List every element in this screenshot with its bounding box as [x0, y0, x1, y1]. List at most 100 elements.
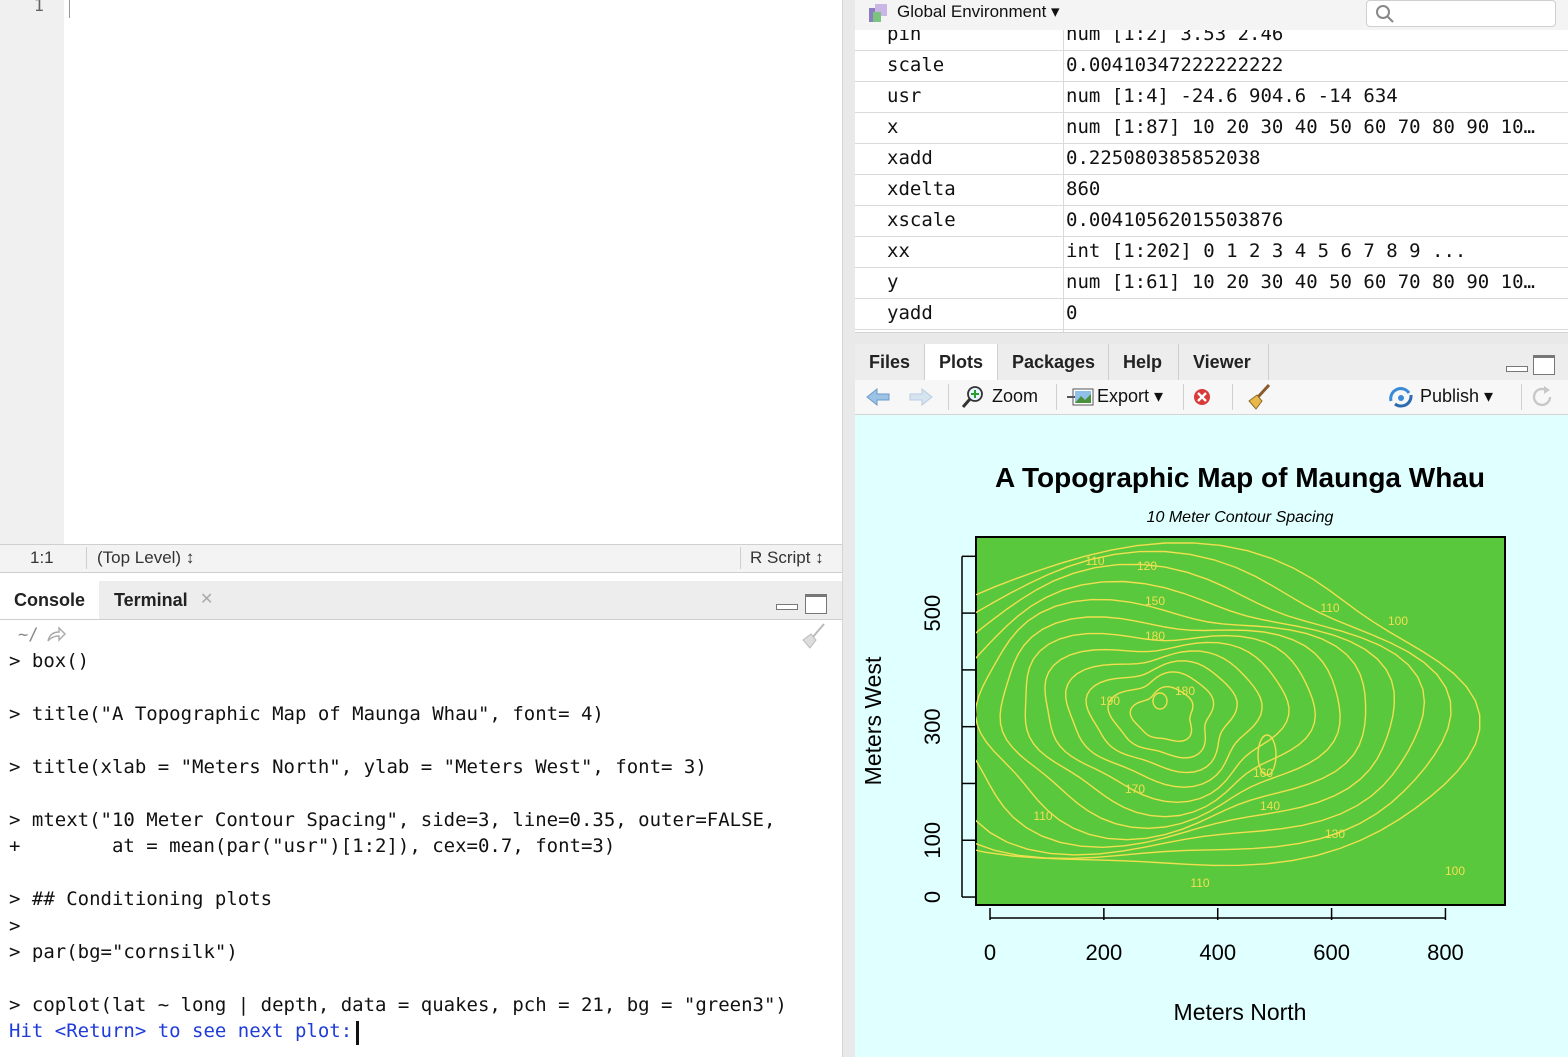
contour-label: 160: [1253, 766, 1273, 780]
line-number: 1: [33, 0, 44, 16]
console-line: > title("A Topographic Map of Maunga Wha…: [9, 703, 604, 725]
console-tabbar: Console Terminal ✕: [0, 581, 842, 620]
vertical-splitter[interactable]: [842, 0, 855, 1057]
x-tick-label: 0: [984, 940, 996, 965]
contour-chart: A Topographic Map of Maunga Whau 10 Mete…: [860, 462, 1506, 1025]
file-type-selector[interactable]: R Script ↕: [750, 548, 824, 568]
env-var-name: x: [887, 116, 899, 138]
chart-title: A Topographic Map of Maunga Whau: [995, 462, 1485, 493]
env-row[interactable]: xx int [1:202] 0 1 2 3 4 5 6 7 8 9 ...: [855, 236, 1568, 268]
env-row[interactable]: xadd 0.225080385852038: [855, 143, 1568, 175]
environment-selector[interactable]: Global Environment ▾: [897, 2, 1060, 22]
r-environment-icon: [869, 4, 887, 22]
tab-console[interactable]: Console: [0, 581, 100, 619]
plots-tabbar: Files Plots Packages Help Viewer: [855, 344, 1568, 381]
back-arrow-icon[interactable]: [865, 386, 891, 408]
x-tick-label: 400: [1199, 940, 1236, 965]
contour-label: 130: [1325, 827, 1345, 841]
remove-plot-icon[interactable]: [1191, 386, 1213, 408]
plots-toolbar: Zoom Export ▾ Publish ▾: [855, 380, 1568, 415]
scope-selector[interactable]: (Top Level) ↕: [97, 548, 194, 568]
contour-label: 150: [1145, 594, 1165, 608]
tab-viewer[interactable]: Viewer: [1179, 344, 1265, 380]
environment-search-input[interactable]: [1366, 0, 1556, 27]
refresh-icon[interactable]: [1530, 385, 1556, 409]
tab-files[interactable]: Files: [855, 344, 924, 380]
tab-terminal[interactable]: Terminal: [100, 581, 192, 619]
tab-packages[interactable]: Packages: [998, 344, 1109, 380]
contour-label: 140: [1260, 799, 1280, 813]
env-var-value: num [1:61] 10 20 30 40 50 60 70 80 90 10…: [1066, 271, 1535, 293]
env-var-value: 0.00410347222222222: [1066, 54, 1284, 76]
editor-gutter: 1: [0, 0, 64, 544]
env-var-name: xadd: [887, 147, 933, 169]
y-tick-label: 0: [920, 891, 945, 903]
contour-label: 120: [1137, 559, 1157, 573]
plot-frame: [975, 536, 1506, 906]
maximize-pane-icon[interactable]: [805, 594, 827, 614]
export-icon[interactable]: [1067, 385, 1095, 409]
y-axis-label: Meters West: [860, 656, 886, 785]
x-tick-label: 600: [1313, 940, 1350, 965]
console-prompt[interactable]: Hit <Return> to see next plot:: [9, 1020, 364, 1042]
plot-viewer: A Topographic Map of Maunga Whau 10 Mete…: [855, 415, 1568, 1057]
zoom-button[interactable]: Zoom: [992, 386, 1038, 407]
minimize-pane-icon[interactable]: [1506, 366, 1528, 372]
go-to-directory-icon[interactable]: [46, 626, 66, 644]
clear-all-plots-icon[interactable]: [1245, 383, 1273, 411]
zoom-icon[interactable]: [960, 384, 986, 410]
cursor-position: 1:1: [30, 548, 54, 567]
contour-label: 110: [1190, 876, 1209, 890]
env-row[interactable]: xdelta 860: [855, 174, 1568, 206]
tab-plots[interactable]: Plots: [925, 344, 998, 380]
env-var-name: y: [887, 271, 899, 293]
editor-status-bar: 1:1 (Top Level) ↕ R Script ↕: [0, 544, 842, 573]
x-axis-label: Meters North: [1174, 999, 1307, 1025]
minimize-pane-icon[interactable]: [776, 604, 798, 610]
environment-table: pin num [1:2] 3.53 2.46 scale 0.0041034722…: [855, 30, 1568, 332]
env-row[interactable]: y num [1:61] 10 20 30 40 50 60 70 80 90 1…: [855, 267, 1568, 299]
contour-label: 190: [1100, 694, 1120, 708]
env-row[interactable]: xscale 0.00410562015503876: [855, 205, 1568, 237]
contour-label: 180: [1175, 684, 1195, 698]
contour-label: 110: [1085, 554, 1104, 568]
env-var-value: 860: [1066, 178, 1101, 200]
console-line: > box(): [9, 650, 90, 672]
close-terminal-icon[interactable]: ✕: [200, 589, 213, 609]
export-menu-button[interactable]: Export ▾: [1097, 386, 1163, 407]
env-row[interactable]: yadd 0: [855, 298, 1568, 330]
env-var-value: 0.225080385852038: [1066, 147, 1261, 169]
y-axis: 0 100 300 500: [920, 555, 976, 903]
y-tick-label: 500: [920, 595, 945, 632]
maximize-pane-icon[interactable]: [1533, 355, 1555, 375]
y-tick-label: 300: [920, 708, 945, 745]
contour-label: 170: [1125, 782, 1145, 796]
source-editor[interactable]: [0, 0, 842, 544]
env-row[interactable]: usr num [1:4] -24.6 904.6 -14 634: [855, 81, 1568, 113]
contour-label: 180: [1145, 629, 1165, 643]
contour-label: 100: [1388, 614, 1408, 628]
tab-help[interactable]: Help: [1109, 344, 1176, 380]
env-var-value: num [1:87] 10 20 30 40 50 60 70 80 90 10…: [1066, 116, 1535, 138]
y-tick-label: 100: [920, 822, 945, 859]
console-line: + at = mean(par("usr")[1:2]), cex=0.7, f…: [9, 835, 616, 857]
publish-icon[interactable]: [1387, 387, 1415, 409]
env-var-value: int [1:202] 0 1 2 3 4 5 6 7 8 9 ...: [1066, 240, 1467, 262]
env-var-name: xscale: [887, 209, 956, 231]
forward-arrow-icon[interactable]: [908, 386, 934, 408]
x-tick-label: 200: [1086, 940, 1123, 965]
contour-label: 100: [1445, 864, 1465, 878]
publish-menu-button[interactable]: Publish ▾: [1420, 386, 1493, 407]
env-var-value: 0: [1066, 302, 1078, 324]
console-line: > coplot(lat ~ long | depth, data = quak…: [9, 994, 787, 1016]
console-line: > mtext("10 Meter Contour Spacing", side…: [9, 809, 776, 831]
x-axis: 0 200 400 600 800: [984, 908, 1464, 965]
console-line: > par(bg="cornsilk"): [9, 941, 238, 963]
env-row[interactable]: x num [1:87] 10 20 30 40 50 60 70 80 90 1…: [855, 112, 1568, 144]
console-line: > title(xlab = "Meters North", ylab = "M…: [9, 756, 707, 778]
env-row[interactable]: scale 0.00410347222222222: [855, 50, 1568, 82]
env-row[interactable]: pin num [1:2] 3.53 2.46: [855, 30, 1568, 51]
clear-console-icon[interactable]: [798, 622, 828, 650]
console-line: >: [9, 915, 21, 937]
env-var-value: num [1:2] 3.53 2.46: [1066, 30, 1284, 45]
